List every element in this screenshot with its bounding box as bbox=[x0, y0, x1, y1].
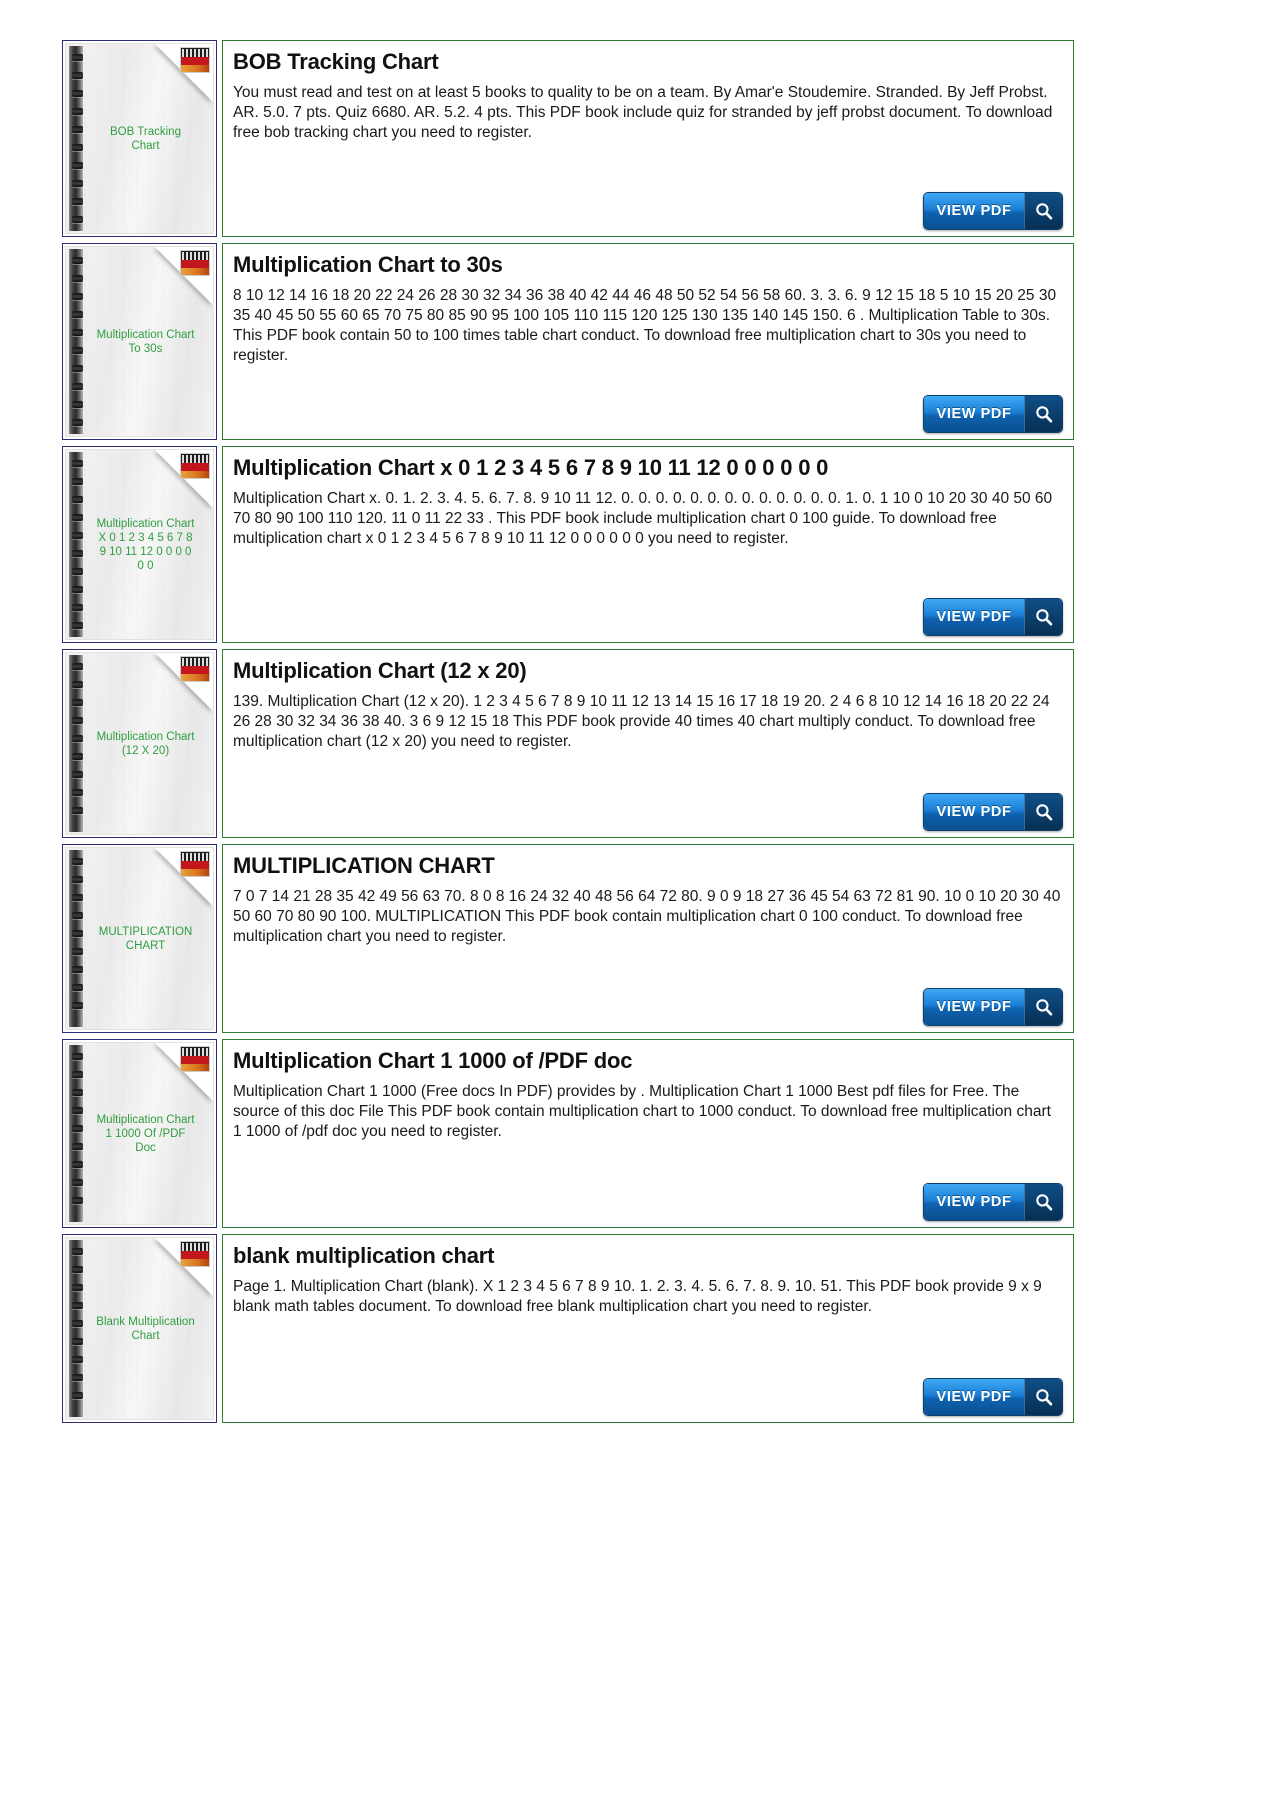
view-pdf-button[interactable]: VIEW PDF bbox=[923, 395, 1063, 433]
thumbnail-caption: Blank Multiplication Chart bbox=[96, 1315, 195, 1342]
brand-logo-icon bbox=[180, 656, 210, 682]
thumbnail-page: Multiplication Chart (12 X 20) bbox=[65, 652, 214, 835]
result-actions: VIEW PDF bbox=[233, 598, 1063, 636]
result-snippet: 7 0 7 14 21 28 35 42 49 56 63 70. 8 0 8 … bbox=[233, 888, 1061, 945]
view-pdf-label: VIEW PDF bbox=[924, 989, 1024, 1025]
result-title[interactable]: blank multiplication chart bbox=[233, 1243, 1063, 1269]
thumbnail-caption: BOB Tracking Chart bbox=[110, 125, 181, 152]
result-actions: VIEW PDF bbox=[233, 395, 1063, 433]
pdf-thumbnail-6[interactable]: Multiplication Chart 1 1000 Of /PDF Doc bbox=[62, 1039, 217, 1228]
magnifier-icon bbox=[1024, 794, 1062, 830]
result-actions: VIEW PDF bbox=[233, 1378, 1063, 1416]
brand-logo-icon bbox=[180, 453, 210, 479]
view-pdf-label: VIEW PDF bbox=[924, 794, 1024, 830]
pdf-thumbnail-2[interactable]: Multiplication Chart To 30s bbox=[62, 243, 217, 440]
thumbnail-page: Multiplication Chart X 0 1 2 3 4 5 6 7 8… bbox=[65, 449, 214, 640]
view-pdf-label: VIEW PDF bbox=[924, 1184, 1024, 1220]
result-card: Multiplication Chart to 30s 8 10 12 14 1… bbox=[222, 243, 1074, 440]
result-row-1: BOB Tracking Chart BOB Tracking Chart Yo… bbox=[62, 40, 1074, 237]
result-snippet: 8 10 12 14 16 18 20 22 24 26 28 30 32 34… bbox=[233, 287, 1057, 364]
view-pdf-button[interactable]: VIEW PDF bbox=[923, 793, 1063, 831]
brand-logo-icon bbox=[180, 47, 210, 73]
thumbnail-caption: MULTIPLICATION CHART bbox=[98, 925, 193, 952]
view-pdf-button[interactable]: VIEW PDF bbox=[923, 192, 1063, 230]
spiral-binding-icon bbox=[69, 452, 83, 637]
spiral-binding-icon bbox=[69, 46, 83, 231]
search-results-list: BOB Tracking Chart BOB Tracking Chart Yo… bbox=[62, 40, 1074, 1429]
result-row-3: Multiplication Chart X 0 1 2 3 4 5 6 7 8… bbox=[62, 446, 1074, 643]
result-row-7: Blank Multiplication Chart blank multipl… bbox=[62, 1234, 1074, 1423]
pdf-thumbnail-3[interactable]: Multiplication Chart X 0 1 2 3 4 5 6 7 8… bbox=[62, 446, 217, 643]
spiral-binding-icon bbox=[69, 655, 83, 832]
result-actions: VIEW PDF bbox=[233, 192, 1063, 230]
brand-logo-icon bbox=[180, 250, 210, 276]
thumbnail-page: BOB Tracking Chart bbox=[65, 43, 214, 234]
thumbnail-caption: Multiplication Chart To 30s bbox=[96, 328, 195, 355]
result-snippet: 139. Multiplication Chart (12 x 20). 1 2… bbox=[233, 693, 1050, 750]
thumbnail-caption: Multiplication Chart 1 1000 Of /PDF Doc bbox=[96, 1113, 195, 1154]
result-card: Multiplication Chart x 0 1 2 3 4 5 6 7 8… bbox=[222, 446, 1074, 643]
result-card: Multiplication Chart 1 1000 of /PDF doc … bbox=[222, 1039, 1074, 1228]
result-actions: VIEW PDF bbox=[233, 1183, 1063, 1221]
spiral-binding-icon bbox=[69, 850, 83, 1027]
result-card: BOB Tracking Chart You must read and tes… bbox=[222, 40, 1074, 237]
result-actions: VIEW PDF bbox=[233, 988, 1063, 1026]
pdf-thumbnail-7[interactable]: Blank Multiplication Chart bbox=[62, 1234, 217, 1423]
view-pdf-label: VIEW PDF bbox=[924, 1379, 1024, 1415]
result-card: blank multiplication chart Page 1. Multi… bbox=[222, 1234, 1074, 1423]
result-title[interactable]: Multiplication Chart (12 x 20) bbox=[233, 658, 1063, 684]
result-title[interactable]: Multiplication Chart x 0 1 2 3 4 5 6 7 8… bbox=[233, 455, 1063, 481]
result-title[interactable]: MULTIPLICATION CHART bbox=[233, 853, 1063, 879]
view-pdf-label: VIEW PDF bbox=[924, 193, 1024, 229]
result-card: MULTIPLICATION CHART 7 0 7 14 21 28 35 4… bbox=[222, 844, 1074, 1033]
pdf-thumbnail-1[interactable]: BOB Tracking Chart bbox=[62, 40, 217, 237]
brand-logo-icon bbox=[180, 1241, 210, 1267]
result-row-5: MULTIPLICATION CHART MULTIPLICATION CHAR… bbox=[62, 844, 1074, 1033]
thumbnail-page: Multiplication Chart 1 1000 Of /PDF Doc bbox=[65, 1042, 214, 1225]
magnifier-icon bbox=[1024, 193, 1062, 229]
result-snippet: You must read and test on at least 5 boo… bbox=[233, 84, 1053, 141]
result-snippet: Multiplication Chart 1 1000 (Free docs I… bbox=[233, 1083, 1051, 1140]
result-title[interactable]: Multiplication Chart to 30s bbox=[233, 252, 1063, 278]
magnifier-icon bbox=[1024, 1184, 1062, 1220]
brand-logo-icon bbox=[180, 1046, 210, 1072]
result-row-4: Multiplication Chart (12 X 20) Multiplic… bbox=[62, 649, 1074, 838]
result-row-6: Multiplication Chart 1 1000 Of /PDF Doc … bbox=[62, 1039, 1074, 1228]
spiral-binding-icon bbox=[69, 249, 83, 434]
result-snippet: Page 1. Multiplication Chart (blank). X … bbox=[233, 1278, 1042, 1315]
view-pdf-button[interactable]: VIEW PDF bbox=[923, 988, 1063, 1026]
magnifier-icon bbox=[1024, 599, 1062, 635]
result-actions: VIEW PDF bbox=[233, 793, 1063, 831]
view-pdf-button[interactable]: VIEW PDF bbox=[923, 1378, 1063, 1416]
pdf-thumbnail-4[interactable]: Multiplication Chart (12 X 20) bbox=[62, 649, 217, 838]
result-title[interactable]: BOB Tracking Chart bbox=[233, 49, 1063, 75]
view-pdf-button[interactable]: VIEW PDF bbox=[923, 1183, 1063, 1221]
result-snippet: Multiplication Chart x. 0. 1. 2. 3. 4. 5… bbox=[233, 490, 1053, 547]
view-pdf-button[interactable]: VIEW PDF bbox=[923, 598, 1063, 636]
thumbnail-page: Blank Multiplication Chart bbox=[65, 1237, 214, 1420]
view-pdf-label: VIEW PDF bbox=[924, 396, 1024, 432]
result-card: Multiplication Chart (12 x 20) 139. Mult… bbox=[222, 649, 1074, 838]
brand-logo-icon bbox=[180, 851, 210, 877]
thumbnail-page: MULTIPLICATION CHART bbox=[65, 847, 214, 1030]
magnifier-icon bbox=[1024, 989, 1062, 1025]
magnifier-icon bbox=[1024, 1379, 1062, 1415]
result-title[interactable]: Multiplication Chart 1 1000 of /PDF doc bbox=[233, 1048, 1063, 1074]
result-row-2: Multiplication Chart To 30s Multiplicati… bbox=[62, 243, 1074, 440]
thumbnail-page: Multiplication Chart To 30s bbox=[65, 246, 214, 437]
thumbnail-caption: Multiplication Chart X 0 1 2 3 4 5 6 7 8… bbox=[96, 517, 195, 572]
magnifier-icon bbox=[1024, 396, 1062, 432]
spiral-binding-icon bbox=[69, 1045, 83, 1222]
view-pdf-label: VIEW PDF bbox=[924, 599, 1024, 635]
thumbnail-caption: Multiplication Chart (12 X 20) bbox=[96, 730, 195, 757]
pdf-thumbnail-5[interactable]: MULTIPLICATION CHART bbox=[62, 844, 217, 1033]
spiral-binding-icon bbox=[69, 1240, 83, 1417]
